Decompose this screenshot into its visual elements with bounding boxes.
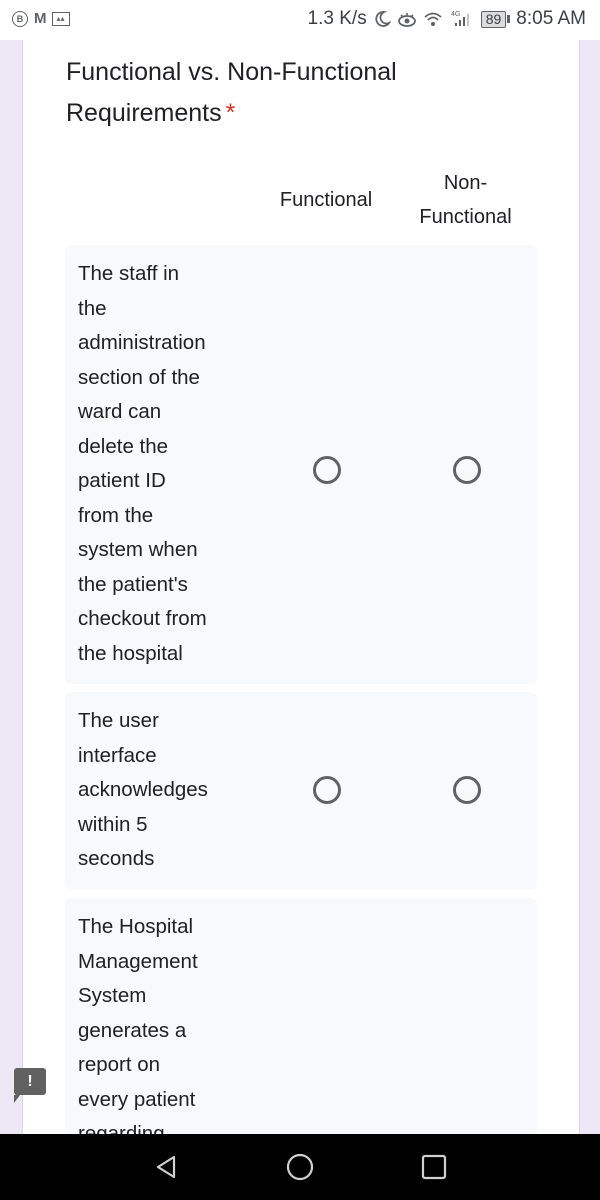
radio-functional[interactable]	[313, 776, 341, 804]
gmail-icon: M	[34, 10, 46, 27]
required-asterisk: *	[225, 99, 236, 127]
row-label: The Hospital Management System generates…	[78, 910, 248, 1152]
wifi-icon	[423, 10, 443, 28]
b-messenger-icon: B	[12, 10, 28, 27]
battery-level: 89	[480, 10, 507, 28]
home-circle-icon	[286, 1153, 314, 1181]
row-label-line: patient ID	[78, 469, 166, 492]
column-header-non-functional: Non- Functional	[398, 166, 533, 234]
row-label: The user interface acknowledges within 5…	[78, 704, 248, 877]
row-label-line: The Hospital	[78, 915, 194, 938]
row-label-line: every patient	[78, 1087, 196, 1111]
svg-text:4G: 4G	[451, 11, 460, 18]
grid-row-3: The Hospital Management System generates…	[65, 898, 537, 1158]
radio-non-functional[interactable]	[453, 776, 481, 804]
grid-row-1: The staff in the administration section …	[65, 245, 537, 684]
feedback-button[interactable]: !	[14, 1068, 46, 1103]
row-label-line: administration	[78, 331, 206, 354]
grid-row-2: The user interface acknowledges within 5…	[65, 692, 537, 889]
question-card: Functional vs. Non-Functional Requiremen…	[22, 40, 580, 1158]
image-notification-icon: ▴▴	[51, 11, 70, 26]
row-label-line: report on	[78, 1053, 161, 1076]
back-triangle-icon	[156, 1155, 176, 1179]
column-header-non-functional-line1: Non-	[443, 172, 488, 194]
row-label-line: within 5	[78, 812, 148, 836]
status-bar: B M ▴▴ 1.3 K/s 4G 89 8:05 AM	[0, 0, 600, 40]
row-label-line: Management	[78, 949, 198, 973]
row-label-line: the hospital	[78, 641, 183, 665]
signal-4g-icon: 4G	[449, 10, 475, 28]
clock: 8:05 AM	[516, 8, 586, 29]
question-title: Functional vs. Non-Functional Requiremen…	[66, 52, 486, 134]
row-label-line: system when	[78, 538, 198, 561]
column-header-functional: Functional	[279, 189, 373, 211]
back-button[interactable]	[152, 1152, 182, 1182]
recents-button[interactable]	[419, 1152, 449, 1182]
battery-icon: 89	[480, 10, 511, 28]
exclamation-feedback-icon: !	[27, 1073, 33, 1090]
recents-square-icon	[421, 1154, 447, 1180]
row-label-line: section of the	[78, 365, 200, 389]
row-label-line: checkout from	[78, 607, 207, 630]
row-label-line: The user	[78, 709, 159, 732]
do-not-disturb-moon-icon	[373, 10, 391, 28]
row-label-line: seconds	[78, 847, 155, 870]
row-label-line: from the	[78, 503, 154, 527]
notification-icons: B M ▴▴	[12, 10, 70, 27]
navigation-bar	[0, 1134, 600, 1200]
radio-functional[interactable]	[313, 456, 341, 484]
system-icons: 1.3 K/s 4G 89 8:05 AM	[308, 8, 586, 30]
home-button[interactable]	[285, 1152, 315, 1182]
row-label-line: interface	[78, 743, 157, 767]
eye-comfort-icon	[397, 10, 417, 28]
question-title-line1: Functional vs. Non-Functional	[66, 58, 397, 86]
network-speed: 1.3 K/s	[307, 8, 367, 29]
row-label-line: The staff in	[78, 262, 180, 285]
row-label-line: delete the	[78, 434, 169, 458]
question-title-line2: Requirements	[66, 99, 222, 127]
row-label-line: acknowledges	[78, 778, 208, 801]
column-header-non-functional-line2: Functional	[419, 206, 512, 228]
row-label-line: the patient's	[78, 572, 188, 596]
row-label-line: ward can	[78, 400, 162, 423]
row-label: The staff in the administration section …	[78, 257, 248, 671]
row-label-line: the	[78, 296, 107, 320]
row-label-line: generates a	[78, 1018, 187, 1042]
radio-non-functional[interactable]	[453, 456, 481, 484]
row-label-line: System	[78, 984, 147, 1007]
